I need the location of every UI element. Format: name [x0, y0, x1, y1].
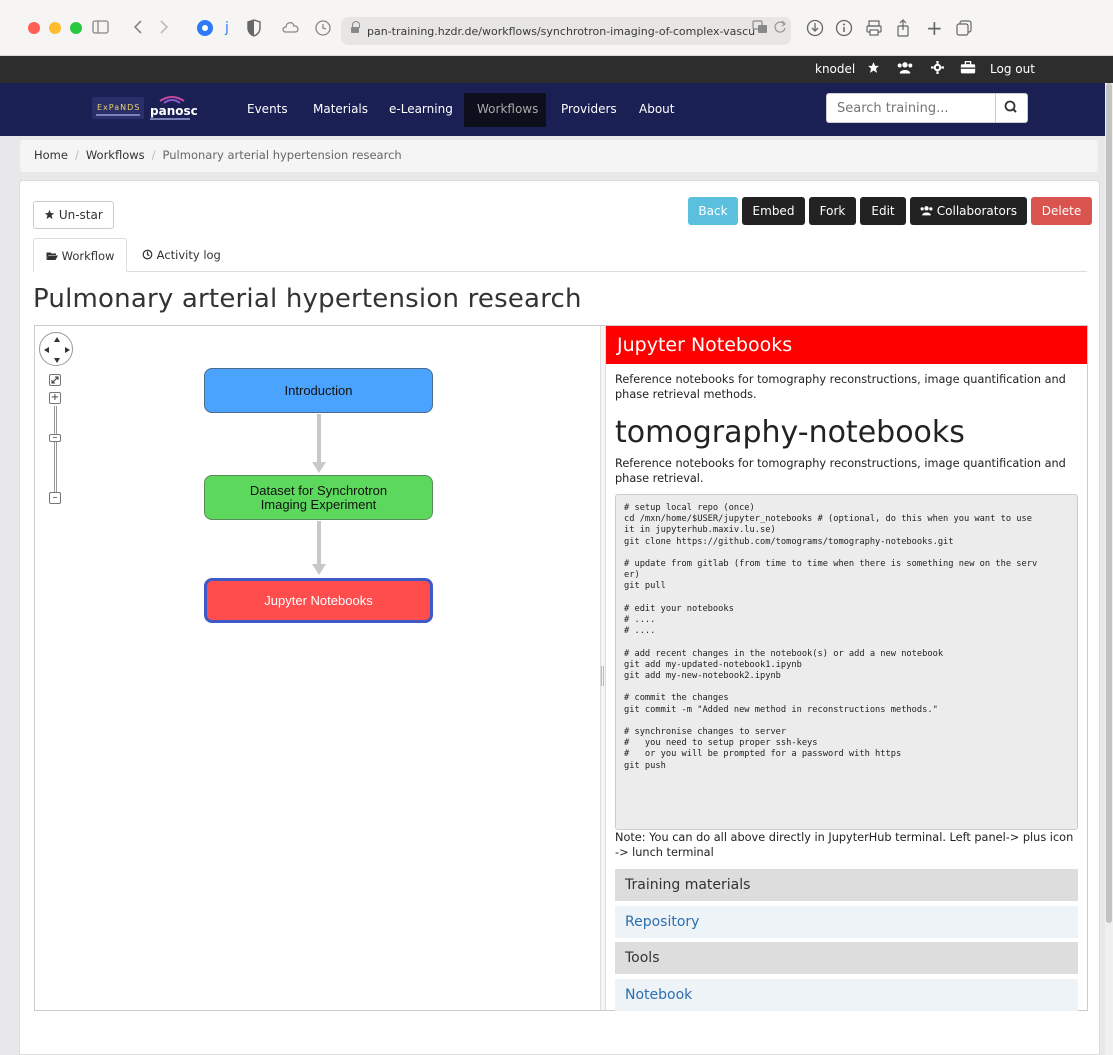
- search-button[interactable]: [995, 93, 1028, 123]
- logout-link[interactable]: Log out: [990, 62, 1035, 76]
- username-link[interactable]: knodel: [815, 62, 855, 76]
- edit-button[interactable]: Edit: [860, 197, 906, 225]
- fork-button[interactable]: Fork: [809, 197, 856, 225]
- address-bar[interactable]: pan-training.hzdr.de/workflows/synchrotr…: [341, 17, 791, 45]
- breadcrumb-workflows[interactable]: Workflows: [86, 148, 145, 162]
- zoom-window-button[interactable]: [70, 21, 82, 34]
- workflow-node-jupyter[interactable]: Jupyter Notebooks: [204, 578, 433, 623]
- reload-icon[interactable]: [773, 20, 787, 39]
- code-block: # setup local repo (once) cd /mxn/home/$…: [615, 494, 1078, 830]
- gear-icon[interactable]: [931, 61, 944, 77]
- workflow-node-dataset[interactable]: Dataset for Synchrotron Imaging Experime…: [204, 475, 433, 520]
- scrollbar-thumb[interactable]: [1106, 83, 1112, 923]
- password-manager-icon[interactable]: [196, 19, 214, 41]
- expands-panosc-logo[interactable]: ExPaNDS panosc: [92, 93, 214, 125]
- workflow-area: + – – Introduction Dataset for Synchrotr…: [34, 325, 1088, 1011]
- folder-open-icon: [46, 252, 58, 260]
- nav-e-learning[interactable]: e-Learning: [389, 102, 453, 116]
- new-tab-plus-icon[interactable]: +: [926, 18, 943, 38]
- nav-providers[interactable]: Providers: [561, 102, 617, 116]
- delete-button[interactable]: Delete: [1031, 197, 1092, 225]
- training-materials-header: Training materials: [615, 869, 1078, 901]
- back-arrow-icon[interactable]: [133, 19, 143, 39]
- edge-arrow-head: [312, 462, 326, 473]
- users-icon: [920, 206, 933, 216]
- info-icon[interactable]: [835, 19, 853, 41]
- nav-events[interactable]: Events: [247, 102, 288, 116]
- search-icon: [1004, 100, 1017, 113]
- page-title: Pulmonary arterial hypertension research: [33, 284, 582, 314]
- sidebar-toggle-icon[interactable]: [92, 19, 110, 39]
- lock-icon: [351, 21, 360, 34]
- page-scrollbar[interactable]: [1105, 83, 1113, 1055]
- terminal-note: Note: You can do all above directly in J…: [615, 831, 1074, 859]
- breadcrumb-separator: /: [74, 148, 79, 162]
- user-bar: knodel Log out: [0, 56, 1113, 83]
- star-icon[interactable]: [867, 61, 880, 77]
- tab-activity-log-label: Activity log: [156, 248, 221, 262]
- node-details-body: Reference notebooks for tomography recon…: [606, 364, 1087, 1011]
- close-window-button[interactable]: [28, 21, 40, 34]
- briefcase-icon[interactable]: [960, 61, 976, 77]
- svg-text:ExPaNDS: ExPaNDS: [97, 103, 140, 112]
- nav-workflows[interactable]: Workflows: [477, 102, 538, 116]
- cloud-icon[interactable]: [281, 19, 301, 39]
- extension-j-icon[interactable]: j: [225, 19, 229, 37]
- workflow-node-introduction[interactable]: Introduction: [204, 368, 433, 413]
- translate-icon[interactable]: [752, 20, 768, 38]
- nav-about[interactable]: About: [639, 102, 674, 116]
- notebook-link[interactable]: Notebook: [615, 979, 1078, 1011]
- download-icon[interactable]: [806, 19, 824, 41]
- star-icon: [44, 209, 55, 220]
- search-input[interactable]: [826, 93, 996, 123]
- clock-icon: [142, 249, 153, 260]
- back-button[interactable]: Back: [688, 197, 738, 225]
- window-controls: [28, 21, 82, 34]
- node-details-panel: Jupyter Notebooks Reference notebooks fo…: [606, 326, 1087, 1011]
- node-description: Reference notebooks for tomography recon…: [615, 373, 1066, 401]
- unstar-button[interactable]: Un-star: [33, 201, 114, 229]
- shield-icon[interactable]: [246, 19, 262, 41]
- tab-overview-icon[interactable]: [955, 19, 973, 41]
- main-navbar: ExPaNDS panosc Events Materials e-Learni…: [0, 83, 1113, 136]
- nav-materials[interactable]: Materials: [313, 102, 368, 116]
- print-icon[interactable]: [865, 19, 883, 41]
- workflow-node-dataset-label: Dataset for Synchrotron Imaging Experime…: [249, 482, 388, 512]
- breadcrumb-current: Pulmonary arterial hypertension research: [162, 148, 402, 162]
- browser-toolbar: j pan-training.hzdr.de/workflows/synchro…: [0, 0, 1113, 56]
- history-clock-icon[interactable]: [314, 19, 332, 41]
- breadcrumb-separator: /: [151, 148, 156, 162]
- tab-workflow-label: Workflow: [61, 249, 115, 263]
- tab-workflow[interactable]: Workflow: [33, 238, 128, 272]
- breadcrumb-home[interactable]: Home: [34, 148, 68, 162]
- collaborators-label: Collaborators: [936, 204, 1018, 218]
- notebook-title: tomography-notebooks: [615, 415, 965, 450]
- svg-text:panosc: panosc: [150, 104, 198, 118]
- minimize-window-button[interactable]: [49, 21, 61, 34]
- node-details-header: Jupyter Notebooks: [606, 326, 1087, 364]
- collaborators-button[interactable]: Collaborators: [910, 197, 1027, 225]
- share-icon[interactable]: [895, 19, 911, 41]
- notebook-description: Reference notebooks for tomography recon…: [615, 457, 1066, 485]
- tab-activity-log[interactable]: Activity log: [130, 238, 233, 272]
- unstar-label: Un-star: [58, 208, 103, 222]
- workflow-panel: Un-star Back Embed Fork Edit Collaborato…: [19, 180, 1100, 1055]
- repository-link[interactable]: Repository: [615, 906, 1078, 938]
- drag-handle-icon: [601, 666, 604, 686]
- tab-bar: Workflow Activity log: [33, 238, 1087, 272]
- tools-header: Tools: [615, 942, 1078, 974]
- edge-arrow-head: [312, 564, 326, 575]
- embed-button[interactable]: Embed: [742, 197, 805, 225]
- breadcrumb: Home / Workflows / Pulmonary arterial hypert…: [20, 140, 1098, 172]
- users-icon[interactable]: [897, 61, 913, 77]
- forward-arrow-icon[interactable]: [159, 19, 169, 39]
- address-text: pan-training.hzdr.de/workflows/synchrotr…: [367, 24, 756, 38]
- workflow-canvas[interactable]: + – – Introduction Dataset for Synchrotr…: [35, 326, 600, 1010]
